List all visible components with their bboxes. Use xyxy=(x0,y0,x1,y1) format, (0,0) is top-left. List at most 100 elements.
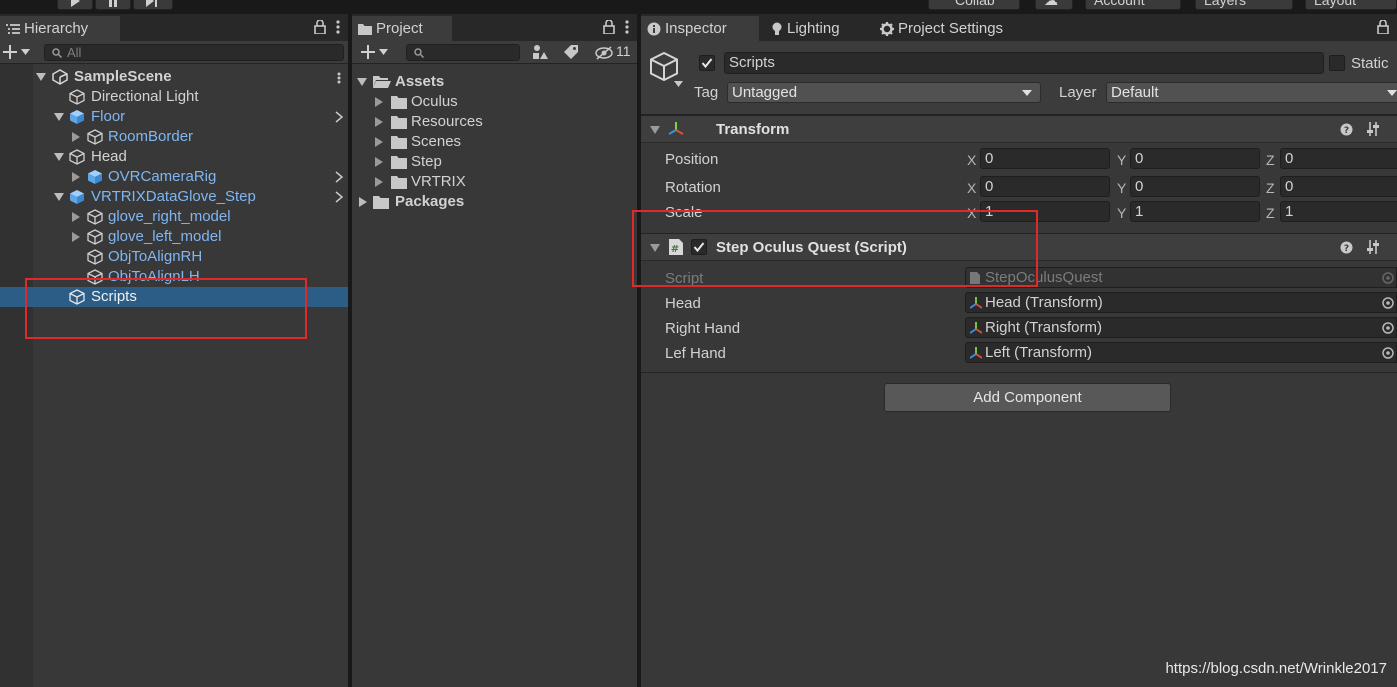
kebab-menu-icon[interactable] xyxy=(625,20,629,34)
position-x-field[interactable]: 0 xyxy=(980,148,1110,169)
hidden-packages-icon[interactable] xyxy=(595,46,613,60)
expand-arrow-icon[interactable] xyxy=(357,78,367,86)
script-component-header[interactable]: # Step Oculus Quest (Script) ? xyxy=(641,233,1397,261)
collapse-arrow-icon[interactable] xyxy=(375,157,383,167)
hierarchy-item-floor[interactable]: Floor xyxy=(0,107,348,127)
collapse-arrow-icon[interactable] xyxy=(375,177,383,187)
scene-row[interactable]: SampleScene xyxy=(0,67,348,87)
collapse-arrow-icon[interactable] xyxy=(72,172,80,182)
right-hand-object-field[interactable]: Right (Transform) xyxy=(965,317,1397,338)
lock-icon[interactable] xyxy=(314,20,326,34)
position-y-field[interactable]: 0 xyxy=(1130,148,1260,169)
static-checkbox[interactable] xyxy=(1329,55,1345,71)
collab-button[interactable]: Collab xyxy=(928,0,1020,10)
right-hand-label: Right Hand xyxy=(665,320,741,337)
account-dropdown[interactable]: Account xyxy=(1085,0,1181,10)
foldout-arrow-icon[interactable] xyxy=(650,244,660,252)
hierarchy-search-input[interactable]: All xyxy=(44,44,344,61)
tab-lighting[interactable]: Lighting xyxy=(765,16,870,41)
project-create-dropdown[interactable] xyxy=(360,44,388,60)
collapse-arrow-icon[interactable] xyxy=(375,137,383,147)
hierarchy-item-roomborder[interactable]: RoomBorder xyxy=(0,127,348,147)
scale-y-field[interactable]: 1 xyxy=(1130,201,1260,222)
tab-project[interactable]: Project xyxy=(352,16,452,41)
tab-hierarchy[interactable]: Hierarchy xyxy=(0,16,120,41)
project-folder-scenes[interactable]: Scenes xyxy=(352,132,637,152)
checkmark-icon xyxy=(693,242,705,253)
project-folder-vrtrix[interactable]: VRTRIX xyxy=(352,172,637,192)
chevron-down-icon[interactable] xyxy=(674,81,683,87)
collapse-arrow-icon[interactable] xyxy=(359,197,367,207)
chevron-right-icon[interactable] xyxy=(335,111,343,123)
project-folder-oculus[interactable]: Oculus xyxy=(352,92,637,112)
collapse-arrow-icon[interactable] xyxy=(72,232,80,242)
expand-arrow-icon[interactable] xyxy=(54,153,64,161)
project-folder-resources[interactable]: Resources xyxy=(352,112,637,132)
folder-icon xyxy=(391,136,407,149)
position-z-field[interactable]: 0 xyxy=(1280,148,1397,169)
chevron-right-icon[interactable] xyxy=(335,171,343,183)
collapse-arrow-icon[interactable] xyxy=(375,97,383,107)
hierarchy-item-directional-light[interactable]: Directional Light xyxy=(0,87,348,107)
expand-arrow-icon[interactable] xyxy=(54,193,64,201)
filter-by-label-icon[interactable] xyxy=(563,44,579,60)
project-folder-step[interactable]: Step xyxy=(352,152,637,172)
kebab-menu-icon[interactable] xyxy=(336,20,340,34)
right-hand-value: Right (Transform) xyxy=(985,319,1102,336)
pause-button[interactable] xyxy=(95,0,131,10)
chevron-right-icon[interactable] xyxy=(335,191,343,203)
rotation-x-field[interactable]: 0 xyxy=(980,176,1110,197)
collapse-arrow-icon[interactable] xyxy=(72,212,80,222)
project-search-input[interactable] xyxy=(406,44,520,61)
add-component-button[interactable]: Add Component xyxy=(884,383,1171,412)
lock-icon[interactable] xyxy=(603,20,615,34)
hierarchy-item-head[interactable]: Head xyxy=(0,147,348,167)
play-button[interactable] xyxy=(57,0,93,10)
hierarchy-item-scripts[interactable]: Scripts xyxy=(0,287,348,307)
object-name-field[interactable]: Scripts xyxy=(724,52,1324,74)
inspector-panel: Inspector Lighting Project Settings Scri… xyxy=(641,14,1397,687)
object-picker-icon[interactable] xyxy=(1382,347,1394,359)
preset-sliders-icon[interactable] xyxy=(1366,240,1380,254)
hierarchy-item-glove-right[interactable]: glove_right_model xyxy=(0,207,348,227)
hierarchy-item-objtoalignrh[interactable]: ObjToAlignRH xyxy=(0,247,348,267)
scale-z-field[interactable]: 1 xyxy=(1280,201,1397,222)
help-icon[interactable]: ? xyxy=(1340,241,1353,254)
tab-project-settings[interactable]: Project Settings xyxy=(874,16,1024,41)
filter-by-type-icon[interactable] xyxy=(532,44,548,60)
left-hand-object-field[interactable]: Left (Transform) xyxy=(965,342,1397,363)
tab-inspector[interactable]: Inspector xyxy=(641,16,759,41)
expand-arrow-icon[interactable] xyxy=(54,113,64,121)
scene-menu-icon[interactable] xyxy=(337,72,341,84)
project-assets-row[interactable]: Assets xyxy=(352,72,637,92)
tag-dropdown[interactable]: Untagged xyxy=(727,82,1041,103)
object-picker-icon[interactable] xyxy=(1382,297,1394,309)
hierarchy-item-ovrcamerarig[interactable]: OVRCameraRig xyxy=(0,167,348,187)
preset-sliders-icon[interactable] xyxy=(1366,122,1380,136)
collapse-arrow-icon[interactable] xyxy=(72,132,80,142)
step-button[interactable] xyxy=(133,0,173,10)
project-packages-row[interactable]: Packages xyxy=(352,192,637,212)
create-dropdown[interactable] xyxy=(2,44,30,60)
hierarchy-item-objtoalignlh[interactable]: ObjToAlignLH xyxy=(0,267,348,287)
cloud-button[interactable]: ☁ xyxy=(1035,0,1073,10)
collapse-arrow-icon[interactable] xyxy=(375,117,383,127)
hierarchy-item-vrtrixdataglove[interactable]: VRTRIXDataGlove_Step xyxy=(0,187,348,207)
foldout-arrow-icon[interactable] xyxy=(650,126,660,134)
layout-dropdown[interactable]: Layout xyxy=(1305,0,1397,10)
script-enabled-checkbox[interactable] xyxy=(691,239,707,255)
scale-x-field[interactable]: 1 xyxy=(980,201,1110,222)
rotation-y-field[interactable]: 0 xyxy=(1130,176,1260,197)
expand-arrow-icon[interactable] xyxy=(36,73,46,81)
help-icon[interactable]: ? xyxy=(1340,123,1353,136)
active-checkbox[interactable] xyxy=(699,55,715,71)
layers-dropdown[interactable]: Layers xyxy=(1195,0,1293,10)
layer-dropdown[interactable]: Default xyxy=(1106,82,1397,103)
hierarchy-item-glove-left[interactable]: glove_left_model xyxy=(0,227,348,247)
object-picker-icon[interactable] xyxy=(1382,322,1394,334)
lock-icon[interactable] xyxy=(1377,20,1389,34)
rotation-z-field[interactable]: 0 xyxy=(1280,176,1397,197)
head-object-field[interactable]: Head (Transform) xyxy=(965,292,1397,313)
transform-component-header[interactable]: Transform ? xyxy=(641,115,1397,143)
field-value: 0 xyxy=(1135,178,1144,195)
